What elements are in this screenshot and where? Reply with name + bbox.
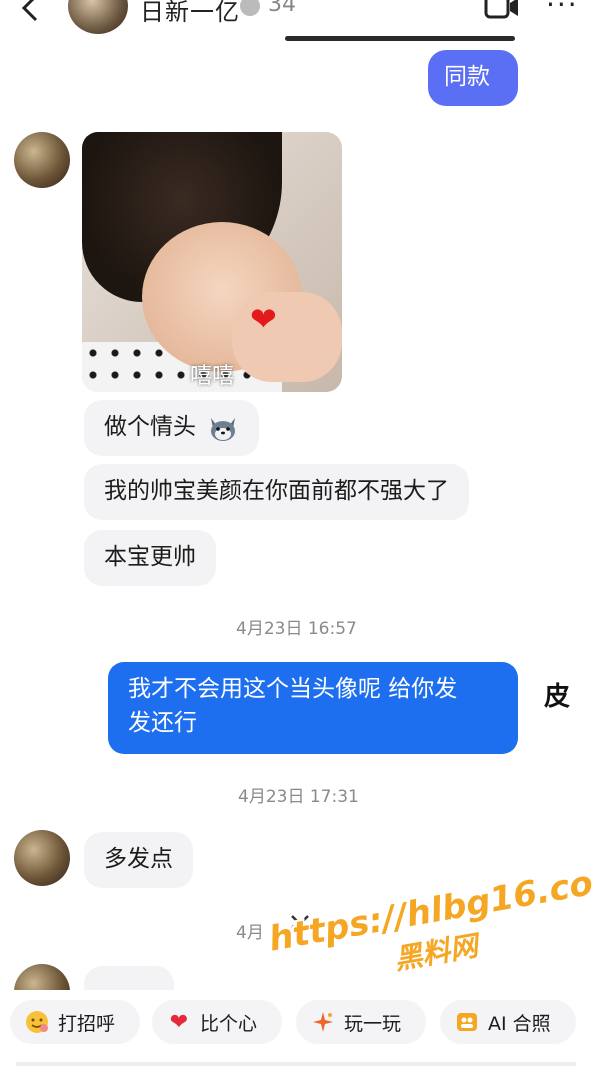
- message-text: 多发点: [104, 846, 173, 872]
- message-text-line: 我才不会用这个当头像呢 给你发: [128, 676, 458, 702]
- quick-action-label: AI 合照: [488, 1012, 551, 1035]
- my-avatar-text[interactable]: 皮: [544, 676, 570, 713]
- image-hands: [232, 292, 342, 382]
- husky-emoji-icon: [211, 417, 236, 441]
- message-bubble-received[interactable]: 我的帅宝美颜在你面前都不强大了: [84, 464, 469, 520]
- contact-name[interactable]: 日新一亿: [140, 0, 240, 27]
- quick-action-heart[interactable]: ❤ 比个心: [152, 1000, 282, 1044]
- message-text: 做个情头: [104, 414, 196, 440]
- message-timestamp: 4月23日 17:31: [238, 787, 359, 807]
- quick-action-ai-photo[interactable]: AI 合照: [440, 1000, 576, 1044]
- back-arrow-icon[interactable]: [16, 0, 46, 24]
- quick-action-label: 玩一玩: [344, 1012, 402, 1035]
- message-text-line: 发还行: [128, 710, 197, 736]
- message-text: 本宝更帅: [104, 544, 196, 570]
- sparkle-icon: [310, 1009, 336, 1035]
- wave-emoji-icon: [24, 1009, 50, 1035]
- message-image[interactable]: ❤ 嘻嘻: [82, 132, 342, 392]
- ai-photo-icon: [454, 1009, 480, 1035]
- message-bubble-sent[interactable]: 我才不会用这个当头像呢 给你发 发还行: [108, 662, 518, 754]
- video-call-icon[interactable]: [484, 0, 520, 20]
- quick-action-play[interactable]: 玩一玩: [296, 1000, 426, 1044]
- quick-action-greet[interactable]: 打招呼: [10, 1000, 140, 1044]
- sender-avatar[interactable]: [14, 132, 70, 188]
- message-timestamp: 4月23日 16:57: [236, 619, 357, 639]
- contact-avatar[interactable]: [68, 0, 128, 34]
- heart-icon: ❤: [169, 1009, 189, 1035]
- sender-avatar[interactable]: [14, 830, 70, 886]
- message-bubble-received[interactable]: 本宝更帅: [84, 530, 216, 586]
- more-options-icon[interactable]: ···: [546, 0, 579, 21]
- quick-action-label: 比个心: [200, 1012, 258, 1035]
- status-badge-icon: [240, 0, 260, 16]
- chat-header: 日新一亿 34 ···: [0, 0, 595, 40]
- heart-sticker-icon: ❤: [250, 300, 277, 338]
- intimacy-count: 34: [268, 0, 296, 17]
- message-text: 我的帅宝美颜在你面前都不强大了: [104, 478, 449, 504]
- quick-action-bar: 打招呼 ❤ 比个心 玩一玩 AI 合照: [0, 990, 595, 1066]
- input-area-edge: [16, 1062, 576, 1066]
- message-bubble-received[interactable]: 做个情头: [84, 400, 260, 456]
- image-caption: 嘻嘻: [190, 364, 235, 389]
- message-bubble-received[interactable]: 多发点: [84, 832, 193, 888]
- previous-message-edge: [285, 36, 515, 41]
- message-timestamp-partial: 4月: [236, 923, 264, 943]
- message-text: 同款: [444, 64, 490, 90]
- watermark: https://hlbg16.com 黑料网: [266, 857, 595, 999]
- quick-action-label: 打招呼: [58, 1012, 116, 1035]
- message-bubble-sent[interactable]: 同款: [428, 50, 518, 106]
